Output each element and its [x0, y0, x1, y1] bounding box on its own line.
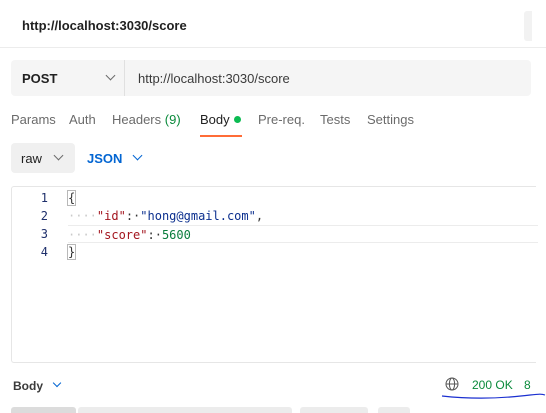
tab-headers[interactable]: Headers (9) — [112, 112, 181, 127]
tab-params[interactable]: Params — [11, 112, 56, 127]
url-bar: POST http://localhost:3030/score — [11, 60, 531, 96]
code-line-active: ····"score":·5600 — [68, 225, 538, 243]
tab-settings[interactable]: Settings — [367, 112, 414, 127]
code-line: { — [66, 189, 538, 207]
colon: :· — [125, 209, 141, 223]
pen-scribble-annotation — [441, 393, 546, 399]
colon: :· — [147, 228, 162, 242]
chevron-down-icon — [132, 150, 143, 161]
line-number: 2 — [40, 209, 48, 223]
code-line: ····"id":·"hong@gmail.com", — [68, 207, 538, 225]
trailing-comma: , — [255, 209, 264, 223]
open-brace: { — [66, 190, 77, 206]
response-tab-strip — [78, 407, 292, 413]
response-body-label[interactable]: Body — [13, 379, 43, 393]
body-editor[interactable]: 1 2 3 4 { ····"id":·"hong@gmail.com", ··… — [11, 186, 538, 363]
response-tab-strip — [300, 407, 368, 413]
json-number-value: 5600 — [161, 228, 191, 242]
body-format-select[interactable]: JSON — [87, 143, 149, 173]
method-label: POST — [22, 71, 58, 86]
tab-body-label: Body — [200, 112, 230, 127]
line-number-gutter: 1 2 3 4 — [12, 187, 62, 362]
body-type-select[interactable]: raw — [11, 143, 75, 173]
request-title-bar: http://localhost:3030/score — [0, 0, 546, 48]
json-string-value: "hong@gmail.com" — [140, 209, 256, 223]
tab-auth[interactable]: Auth — [69, 112, 96, 127]
request-title[interactable]: http://localhost:3030/score — [22, 18, 187, 33]
indent-whitespace: ···· — [68, 209, 97, 223]
response-bar: Body 200 OK 8 — [0, 366, 546, 413]
body-format-label: JSON — [87, 151, 123, 166]
indent-whitespace: ···· — [68, 228, 97, 242]
close-brace: } — [66, 244, 77, 260]
code-line: } — [66, 243, 538, 261]
chevron-down-icon — [105, 70, 116, 81]
tab-pre-request[interactable]: Pre-req. — [258, 112, 305, 127]
response-tab-strip — [378, 407, 410, 413]
json-key: "id" — [96, 209, 126, 223]
body-indicator-dot — [233, 116, 241, 123]
tab-body[interactable]: Body — [200, 112, 241, 127]
chevron-down-icon — [53, 150, 64, 161]
tab-headers-label: Headers — [112, 112, 162, 127]
response-tab-strip — [11, 407, 76, 413]
chevron-down-icon[interactable] — [52, 378, 62, 388]
title-action-button[interactable] — [524, 11, 532, 41]
tab-tests[interactable]: Tests — [320, 112, 350, 127]
body-type-label: raw — [21, 151, 42, 166]
active-tab-underline — [200, 135, 242, 137]
globe-icon[interactable] — [445, 377, 459, 391]
method-select[interactable]: POST — [11, 60, 125, 96]
line-number: 4 — [40, 245, 48, 259]
headers-count-badge: (9) — [164, 112, 181, 127]
line-number: 1 — [40, 191, 48, 205]
url-input[interactable]: http://localhost:3030/score — [138, 71, 290, 86]
json-key: "score" — [96, 228, 148, 242]
line-number: 3 — [40, 227, 48, 241]
